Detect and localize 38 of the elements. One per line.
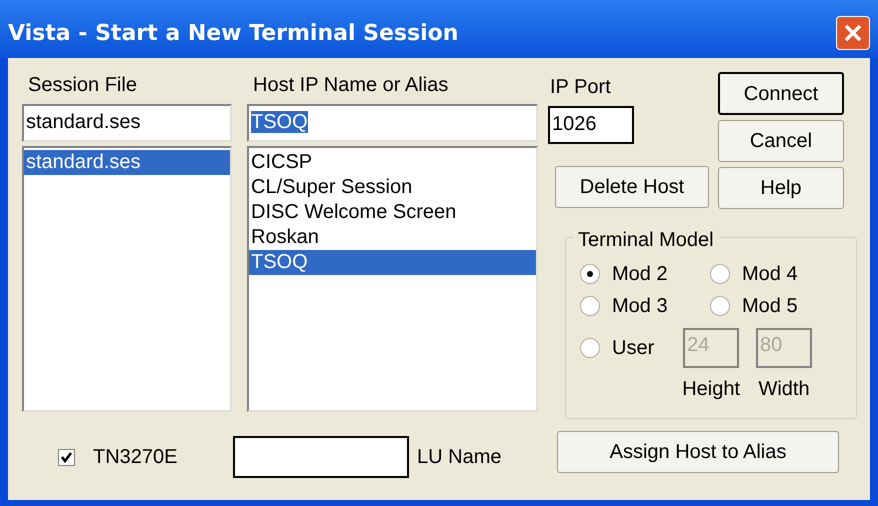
radio-label: Mod 5 [742,294,798,319]
radio-button[interactable] [580,338,600,358]
radio-button[interactable] [710,296,730,316]
field-label: Session File [27,73,138,98]
field-label: IP Port [549,75,612,100]
input-field[interactable]: 1026 [548,106,634,144]
checkbox-label: TN3270E [93,445,178,470]
input-field[interactable]: standard.ses [22,104,232,142]
radio-label: Mod 2 [612,262,668,287]
list-item[interactable]: TSOQ [249,250,536,275]
dialog-button[interactable]: Help [718,167,844,209]
radio-button[interactable] [710,264,730,284]
list-item[interactable]: CL/Super Session [249,175,536,200]
dialog-button[interactable]: Cancel [718,120,844,162]
list-item[interactable]: Roskan [249,225,536,250]
window-title: Vista - Start a New Terminal Session [8,20,458,48]
field-label: Height [682,377,740,402]
input-field[interactable]: TSOQ [247,104,538,142]
dialog-button[interactable]: Delete Host [555,166,709,208]
list-box[interactable]: CICSP CL/Super Session DISC Welcome Screen Roskan TSOQ [247,146,538,412]
radio-label: Mod 4 [742,262,798,287]
list-item[interactable]: DISC Welcome Screen [249,200,536,225]
radio-label: User [612,336,654,361]
radio-button[interactable] [580,296,600,316]
field-label: Width [758,377,810,402]
field-label: LU Name [417,445,502,470]
checkbox[interactable] [58,448,75,466]
radio-button[interactable] [580,264,600,284]
list-item[interactable]: standard.ses [24,150,230,175]
close-icon [843,23,863,43]
list-item[interactable]: CICSP [249,150,536,175]
radio-label: Mod 3 [612,294,668,319]
dialog-button[interactable]: Connect [718,72,844,115]
list-box[interactable]: standard.ses [22,146,232,412]
input-field[interactable] [233,436,409,478]
dialog-button[interactable]: Assign Host to Alias [557,431,839,473]
close-button[interactable] [836,16,870,50]
field-label: Host IP Name or Alias [252,73,450,98]
